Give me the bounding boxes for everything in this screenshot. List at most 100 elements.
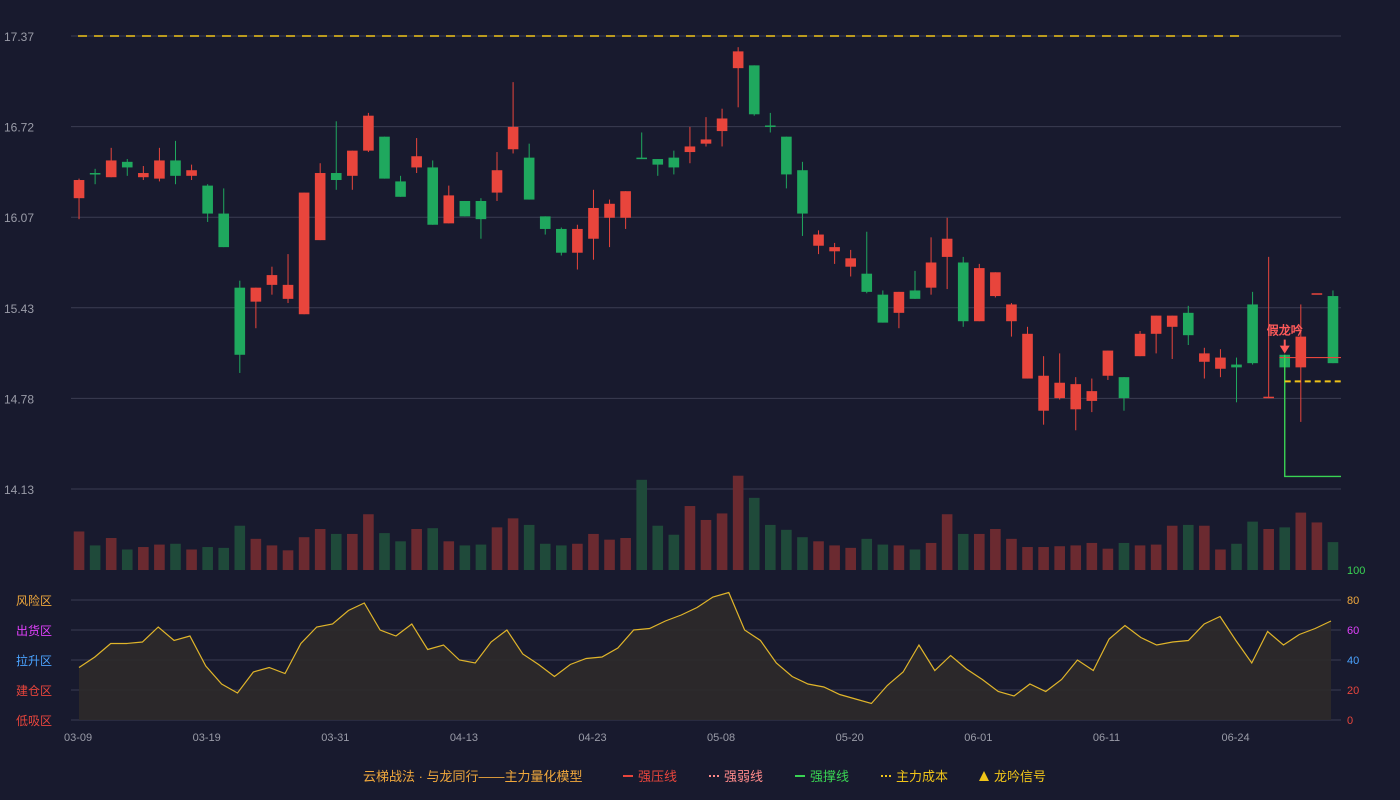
candle-body bbox=[1263, 396, 1274, 399]
candle-body bbox=[266, 275, 278, 285]
candle-body bbox=[941, 238, 953, 257]
candle bbox=[1215, 349, 1226, 378]
volume-bar bbox=[893, 545, 905, 570]
date-tick-label: 04-13 bbox=[450, 732, 478, 744]
candle bbox=[1022, 326, 1033, 379]
volume-bar bbox=[218, 547, 230, 570]
candle bbox=[716, 108, 728, 147]
candle-body bbox=[668, 157, 680, 168]
candle-body bbox=[1038, 375, 1049, 411]
price-tick-label: 14.78 bbox=[4, 392, 34, 406]
candle bbox=[893, 291, 905, 329]
candle bbox=[298, 192, 310, 315]
osc-tick-label: 0 bbox=[1347, 715, 1353, 727]
volume-bar bbox=[1166, 525, 1178, 570]
candle-body bbox=[539, 216, 551, 229]
candle-body bbox=[1247, 304, 1258, 364]
volume-bar bbox=[1295, 512, 1307, 570]
volume-bar bbox=[1118, 542, 1130, 570]
volume-bar bbox=[1054, 546, 1065, 570]
volume-bar bbox=[1311, 522, 1323, 570]
candle-body bbox=[379, 136, 390, 179]
candle bbox=[170, 140, 181, 185]
candle bbox=[491, 152, 503, 201]
volume-bar bbox=[266, 545, 278, 570]
osc-area bbox=[79, 592, 1331, 720]
candle-body bbox=[1166, 315, 1178, 327]
volume-bar bbox=[748, 497, 760, 570]
volume-bar bbox=[941, 514, 953, 570]
price-tick-label: 17.37 bbox=[4, 30, 34, 44]
candle bbox=[973, 263, 985, 322]
candle bbox=[700, 117, 712, 147]
volume-bar bbox=[105, 538, 117, 570]
candle-body bbox=[443, 195, 455, 224]
volume-bar bbox=[363, 514, 374, 570]
candle bbox=[1006, 303, 1017, 337]
candle bbox=[909, 270, 921, 299]
volume-bar bbox=[620, 538, 631, 570]
date-tick-label: 06-01 bbox=[964, 732, 992, 744]
candle-body bbox=[507, 126, 519, 150]
candle bbox=[1150, 315, 1162, 354]
osc-tick-label: 80 bbox=[1347, 595, 1359, 607]
volume-bar bbox=[652, 525, 664, 570]
candle-body bbox=[186, 170, 197, 176]
signal-arrow-head bbox=[1279, 345, 1290, 354]
volume-bar bbox=[1182, 524, 1194, 570]
legend-item: 强压线 bbox=[623, 769, 677, 784]
candle-body bbox=[121, 161, 133, 168]
volume-bar bbox=[1327, 542, 1339, 570]
candle-body bbox=[218, 213, 230, 248]
candle-body bbox=[1022, 333, 1033, 379]
volume-bar bbox=[1199, 525, 1210, 570]
volume-bar bbox=[572, 543, 583, 570]
volume-bar bbox=[73, 531, 85, 570]
volume-bar bbox=[89, 545, 101, 570]
candle bbox=[475, 198, 487, 239]
candlestick-chart: 17.37 16.72 16.07 15.43 14.78 14.13 假龙吟 100 80… bbox=[4, 30, 1365, 784]
volume-bar bbox=[1263, 529, 1274, 570]
candle-body bbox=[154, 160, 165, 179]
candle bbox=[781, 136, 792, 189]
volume-bar bbox=[298, 537, 310, 570]
volume-bar bbox=[813, 541, 824, 570]
date-tick-label: 06-24 bbox=[1221, 732, 1249, 744]
candle-body bbox=[363, 115, 374, 151]
candle-body bbox=[89, 173, 101, 175]
volume-bar bbox=[1279, 527, 1291, 570]
candle-body bbox=[990, 272, 1001, 297]
candle-body bbox=[427, 167, 439, 225]
volume-bar bbox=[523, 524, 535, 570]
zone-label: 低吸区 bbox=[16, 714, 52, 728]
candle-body bbox=[1215, 357, 1226, 369]
date-tick-label: 05-08 bbox=[707, 732, 735, 744]
candle-body bbox=[73, 180, 85, 199]
volume-bar bbox=[250, 538, 262, 570]
volume-bar bbox=[604, 539, 615, 570]
volume-bar bbox=[829, 545, 840, 570]
zone-label: 风险区 bbox=[16, 593, 52, 608]
candle bbox=[797, 161, 808, 236]
volume-bar bbox=[764, 524, 776, 570]
candle-body bbox=[813, 234, 824, 246]
candle bbox=[572, 224, 583, 270]
volume-bar bbox=[1231, 543, 1242, 570]
volume-bar bbox=[347, 533, 358, 570]
volume-bar bbox=[411, 529, 422, 570]
volume-bar bbox=[395, 541, 406, 570]
legend-marker bbox=[979, 771, 989, 781]
candle bbox=[234, 280, 246, 373]
volume-bar bbox=[668, 534, 680, 570]
candle bbox=[1118, 377, 1130, 411]
candle bbox=[443, 185, 455, 224]
legend-item: 强弱线 bbox=[709, 769, 763, 784]
zone-label: 拉升区 bbox=[16, 653, 52, 668]
candle-body bbox=[604, 203, 615, 218]
candle-body bbox=[877, 294, 889, 323]
volume-bar bbox=[877, 544, 889, 570]
volume-bar bbox=[1006, 538, 1017, 570]
volume-bar bbox=[925, 542, 937, 570]
candle-body bbox=[475, 200, 487, 220]
date-tick-label: 05-20 bbox=[836, 732, 864, 744]
